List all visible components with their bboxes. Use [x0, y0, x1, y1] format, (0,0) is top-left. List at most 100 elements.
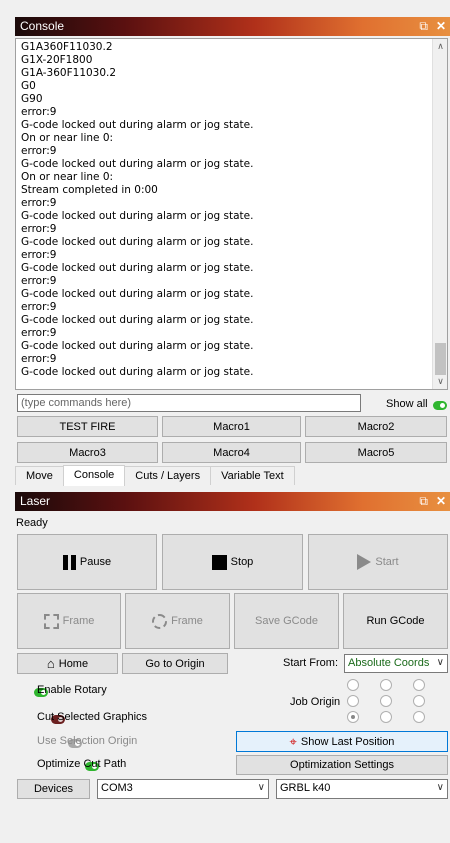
stop-label: Stop: [230, 556, 254, 568]
devices-button[interactable]: Devices: [17, 779, 90, 799]
tab-move[interactable]: Move: [15, 466, 64, 485]
console-line: G1A360F11030.2: [21, 41, 113, 53]
tab-cuts-layers[interactable]: Cuts / Layers: [124, 466, 212, 485]
crosshair-icon: ⌖: [289, 733, 297, 749]
console-line: On or near line 0:: [21, 171, 114, 183]
close-icon[interactable]: ✕: [436, 492, 446, 511]
console-line: G1A-360F11030.2: [21, 67, 117, 79]
job-origin-label: Job Origin: [290, 696, 341, 708]
console-line: G-code locked out during alarm or jog st…: [21, 366, 254, 378]
start-icon: [357, 554, 372, 570]
console-output[interactable]: G1A360F11030.2 G1X-20F1800 G1A-360F11030.2…: [15, 38, 448, 390]
macro3-button[interactable]: Macro3: [17, 442, 158, 463]
port-select[interactable]: COM3 ∨: [97, 779, 269, 799]
console-line: G-code locked out during alarm or jog st…: [21, 314, 254, 326]
use-selection-origin-label: Use Selection Origin: [37, 735, 138, 747]
console-line: error:9: [21, 106, 57, 118]
go-to-origin-button[interactable]: Go to Origin: [122, 653, 228, 674]
macro5-button[interactable]: Macro5: [305, 442, 447, 463]
console-line: error:9: [21, 353, 57, 365]
scroll-thumb[interactable]: [435, 343, 446, 375]
port-value: COM3: [101, 782, 133, 794]
console-line: On or near line 0:: [21, 132, 114, 144]
start-button[interactable]: Start: [308, 534, 448, 590]
macro1-button[interactable]: Macro1: [162, 416, 301, 437]
show-all-label: Show all: [386, 398, 428, 410]
device-select[interactable]: GRBL k40 ∨: [276, 779, 448, 799]
chevron-down-icon: ∨: [436, 657, 444, 668]
job-origin-center[interactable]: [380, 695, 392, 707]
job-origin-middle-left[interactable]: [347, 695, 359, 707]
scroll-up-icon[interactable]: ∧: [433, 39, 447, 54]
show-all-toggle[interactable]: [433, 400, 447, 410]
job-origin-bottom-left[interactable]: [347, 711, 359, 723]
restore-icon[interactable]: ⧉: [419, 17, 428, 36]
frame-label: Frame: [62, 615, 95, 627]
job-origin-top-left[interactable]: [347, 679, 359, 691]
frame-circle-button[interactable]: Frame: [125, 593, 230, 649]
show-last-position-button[interactable]: ⌖ Show Last Position: [236, 731, 448, 752]
laser-titlebar: Laser ⧉ ✕: [15, 492, 450, 511]
console-line: G-code locked out during alarm or jog st…: [21, 210, 254, 222]
job-origin-top-center[interactable]: [380, 679, 392, 691]
command-input[interactable]: (type commands here): [17, 394, 361, 412]
macro2-button[interactable]: Macro2: [305, 416, 447, 437]
macro4-button[interactable]: Macro4: [162, 442, 301, 463]
tab-variable-text[interactable]: Variable Text: [210, 466, 295, 485]
home-icon: ⌂: [46, 655, 55, 671]
console-line: error:9: [21, 197, 57, 209]
device-value: GRBL k40: [280, 782, 331, 794]
job-origin-top-right[interactable]: [413, 679, 425, 691]
console-lines: G1A360F11030.2 G1X-20F1800 G1A-360F11030.2…: [21, 41, 431, 379]
optimization-settings-button[interactable]: Optimization Settings: [236, 755, 448, 775]
console-line: error:9: [21, 327, 57, 339]
home-label: Home: [58, 657, 89, 670]
console-line: G-code locked out during alarm or jog st…: [21, 262, 254, 274]
enable-rotary-label: Enable Rotary: [37, 684, 107, 696]
frame-circle-icon: [152, 613, 168, 629]
console-line: error:9: [21, 249, 57, 261]
left-gutter: [0, 0, 14, 843]
stop-button[interactable]: Stop: [162, 534, 303, 590]
job-origin-bottom-right[interactable]: [413, 711, 425, 723]
frame-button[interactable]: Frame: [17, 593, 121, 649]
console-line: error:9: [21, 301, 57, 313]
console-line: error:9: [21, 275, 57, 287]
start-from-select[interactable]: Absolute Coords ∨: [344, 654, 448, 673]
start-from-value: Absolute Coords: [348, 657, 430, 669]
job-origin-bottom-center[interactable]: [380, 711, 392, 723]
laser-status: Ready: [16, 517, 48, 529]
close-icon[interactable]: ✕: [436, 17, 446, 36]
chevron-down-icon: ∨: [257, 782, 265, 793]
scroll-down-icon[interactable]: ∨: [433, 374, 447, 389]
pause-icon: [62, 554, 76, 570]
console-scrollbar[interactable]: ∧ ∨: [432, 39, 447, 389]
home-button[interactable]: ⌂ Home: [17, 653, 118, 674]
console-line: G1X-20F1800: [21, 54, 93, 66]
pause-button[interactable]: Pause: [17, 534, 157, 590]
run-gcode-button[interactable]: Run GCode: [343, 593, 448, 649]
start-from-label: Start From:: [283, 657, 339, 669]
console-title: Console: [20, 19, 65, 33]
chevron-down-icon: ∨: [436, 782, 444, 793]
restore-icon[interactable]: ⧉: [419, 492, 428, 511]
job-origin-middle-right[interactable]: [413, 695, 425, 707]
optimize-cut-path-label: Optimize Cut Path: [37, 758, 127, 770]
cut-selected-label: Cut Selected Graphics: [37, 711, 148, 723]
frame-circle-label: Frame: [171, 615, 203, 627]
console-line: G90: [21, 93, 43, 105]
console-line: G-code locked out during alarm or jog st…: [21, 119, 254, 131]
console-line: error:9: [21, 145, 57, 157]
tab-console[interactable]: Console: [62, 465, 126, 486]
console-titlebar: Console ⧉ ✕: [15, 17, 450, 36]
save-gcode-button[interactable]: Save GCode: [234, 593, 339, 649]
console-line: G-code locked out during alarm or jog st…: [21, 158, 254, 170]
stop-icon: [211, 554, 227, 570]
frame-square-icon: [43, 613, 59, 629]
console-line: G0: [21, 80, 36, 92]
console-line: G-code locked out during alarm or jog st…: [21, 288, 254, 300]
console-line: error:9: [21, 223, 57, 235]
start-label: Start: [375, 556, 399, 568]
test-fire-button[interactable]: TEST FIRE: [17, 416, 158, 437]
laser-title: Laser: [20, 494, 51, 508]
